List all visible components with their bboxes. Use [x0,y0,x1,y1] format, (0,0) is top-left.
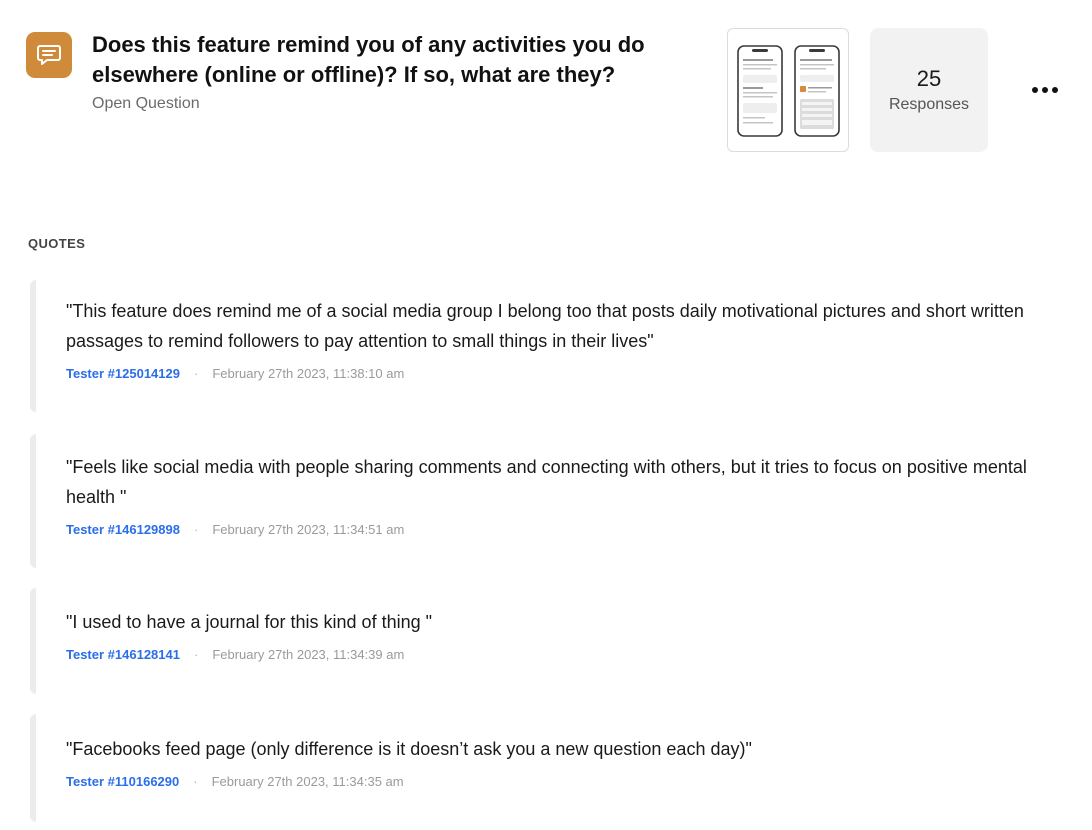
meta-separator: · [193,774,198,789]
quote-date: February 27th 2023, 11:34:39 am [212,647,405,662]
responses-label: Responses [888,96,970,113]
message-square-icon [26,32,72,78]
quote-text: "I used to have a journal for this kind … [66,612,432,632]
quote-text: "This feature does remind me of a social… [66,301,1024,351]
quote-card: "I used to have a journal for this kind … [30,588,1060,694]
quote-meta: Tester #146128141 · February 27th 2023, … [66,647,1060,662]
prototype-thumbnail[interactable] [727,28,849,152]
meta-separator: · [193,522,199,537]
quote-meta: Tester #110166290 · February 27th 2023, … [66,774,1060,789]
quote-meta: Tester #125014129 · February 27th 2023, … [66,366,1060,381]
quote-text: "Facebooks feed page (only difference is… [66,739,752,759]
question-type: Open Question [92,95,200,112]
more-horizontal-icon[interactable] [1027,80,1063,100]
tester-link[interactable]: Tester #146129898 [66,522,180,537]
question-title: Does this feature remind you of any acti… [92,32,645,87]
responses-count-card: 25 Responses [870,28,988,152]
quote-meta: Tester #146129898 · February 27th 2023, … [66,522,1060,537]
quote-date: February 27th 2023, 11:34:35 am [211,774,404,789]
meta-separator: · [193,366,199,381]
meta-separator: · [193,647,199,662]
quote-date: February 27th 2023, 11:34:51 am [212,522,405,537]
tester-link[interactable]: Tester #110166290 [66,774,179,789]
quote-card: "Feels like social media with people sha… [30,434,1060,568]
tester-link[interactable]: Tester #146128141 [66,647,180,662]
responses-count: 25 [916,66,942,91]
quote-card: "This feature does remind me of a social… [30,280,1060,412]
quotes-section-label: QUOTES [28,236,86,251]
tester-link[interactable]: Tester #125014129 [66,366,180,381]
quote-card: "Facebooks feed page (only difference is… [30,714,1060,822]
quote-date: February 27th 2023, 11:38:10 am [212,366,405,381]
quote-text: "Feels like social media with people sha… [66,457,1027,507]
